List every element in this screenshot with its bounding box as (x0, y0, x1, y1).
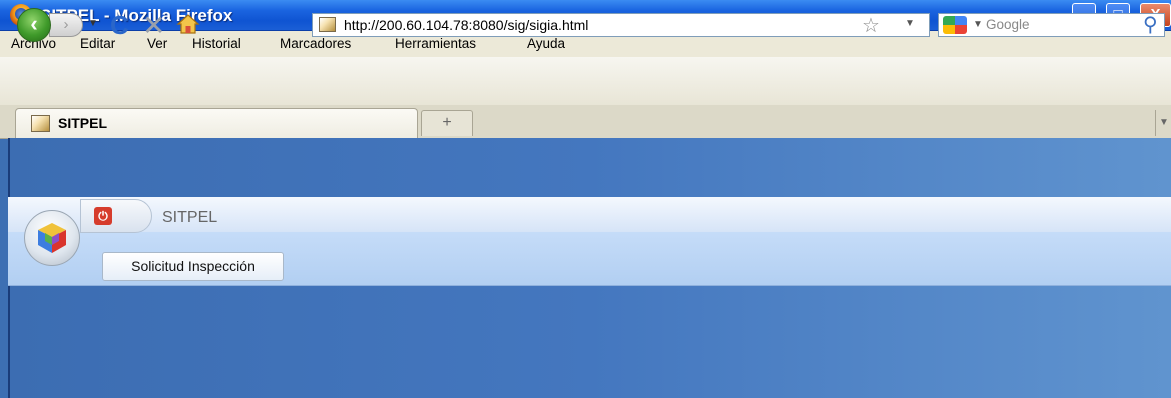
stop-icon[interactable]: ✕ (142, 9, 165, 42)
solicitud-inspeccion-button[interactable]: Solicitud Inspección (102, 252, 284, 281)
cube-logo-icon (38, 223, 66, 253)
home-icon[interactable] (176, 12, 200, 36)
app-title-tab (80, 199, 152, 233)
back-button[interactable]: ‹ (17, 8, 51, 42)
search-engine-dropdown-icon[interactable]: ▼ (973, 19, 983, 30)
menu-ayuda[interactable]: Ayuda (527, 36, 565, 51)
tab-favicon-icon (31, 115, 50, 132)
url-history-dropdown-icon[interactable]: ▼ (905, 18, 915, 29)
app-name: SITPEL (162, 209, 218, 226)
url-text[interactable]: http://200.60.104.78:8080/sig/sigia.html (344, 17, 588, 33)
tab-label: SITPEL (58, 115, 108, 131)
menu-historial[interactable]: Historial (192, 36, 241, 51)
forward-button[interactable]: › (49, 13, 83, 37)
new-tab-button[interactable]: + (421, 110, 473, 136)
navigation-toolbar (0, 57, 1171, 106)
history-dropdown-icon[interactable]: ▼ (88, 18, 98, 29)
search-engine-icon[interactable] (943, 16, 967, 34)
bookmark-star-icon[interactable]: ☆ (862, 13, 880, 38)
search-input[interactable]: Google (986, 17, 1030, 32)
reload-icon[interactable]: C (110, 10, 129, 41)
tab-list-dropdown-icon[interactable]: ▼ (1155, 110, 1171, 136)
power-icon[interactable]: ⏻ (94, 207, 112, 225)
menu-marcadores[interactable]: Marcadores (280, 36, 351, 51)
search-icon[interactable]: ⚲ (1143, 12, 1158, 37)
site-favicon-icon (319, 17, 336, 32)
menu-herramientas[interactable]: Herramientas (395, 36, 476, 51)
